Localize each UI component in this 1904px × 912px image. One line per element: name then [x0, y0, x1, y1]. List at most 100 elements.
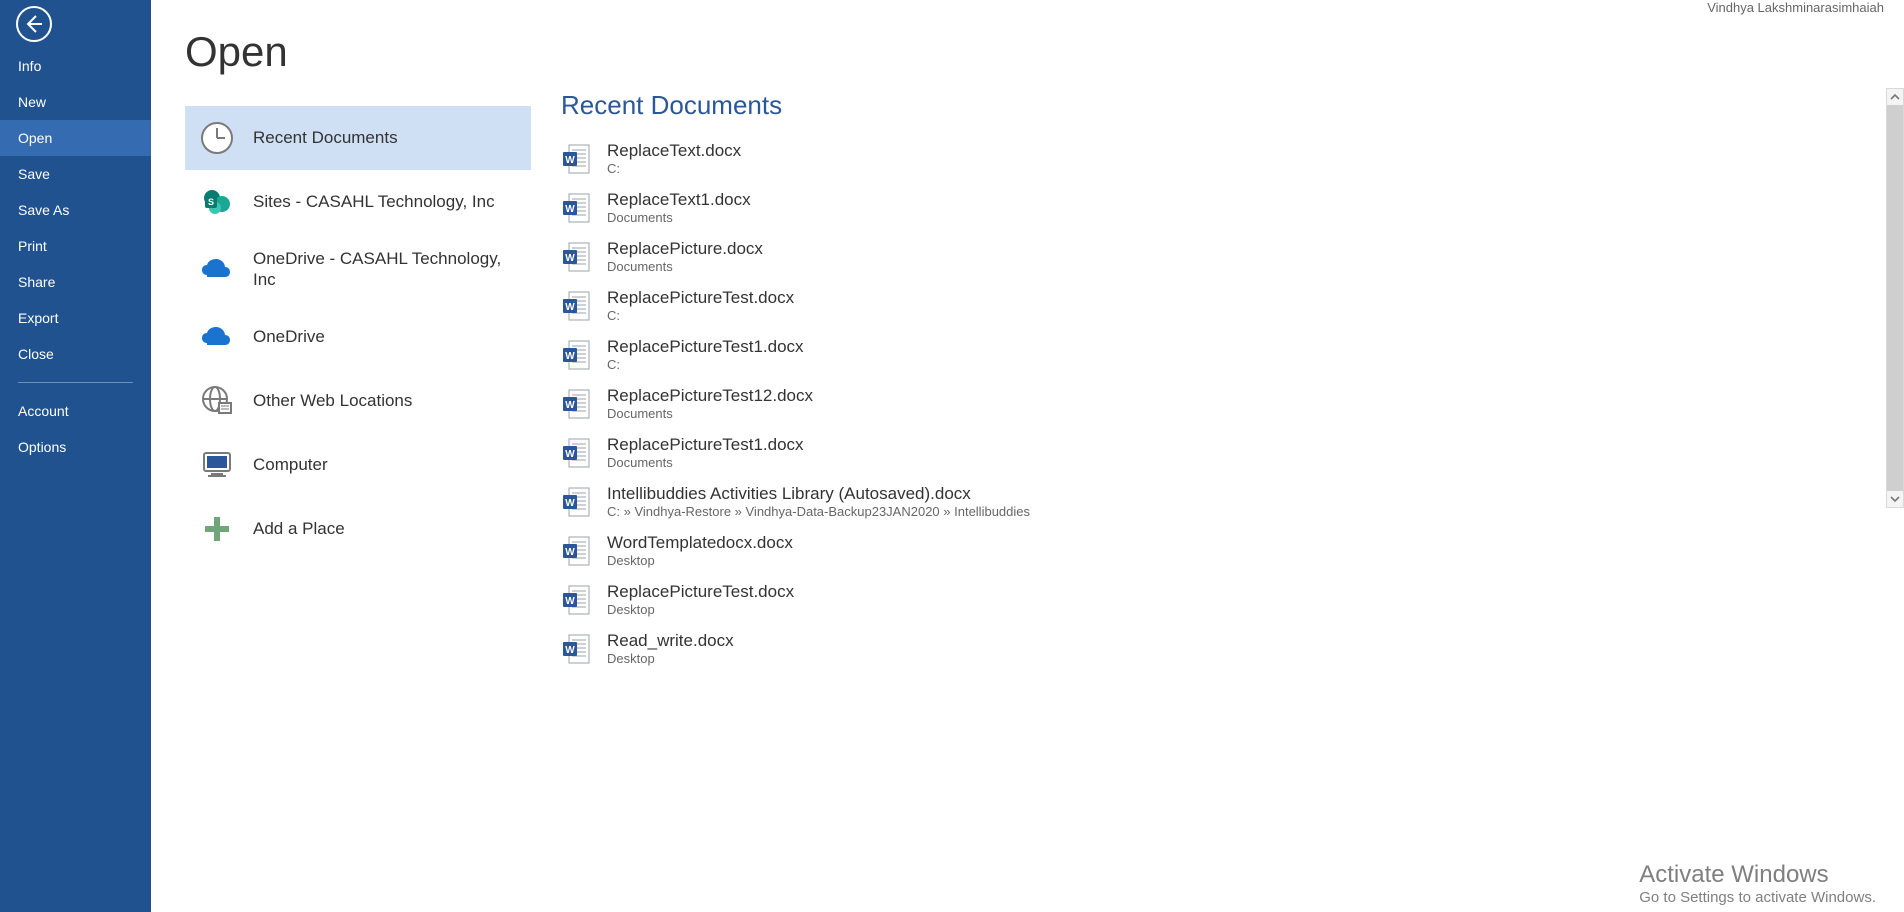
nav-label: Info [18, 58, 41, 74]
nav-save-as[interactable]: Save As [0, 192, 151, 228]
word-doc-icon: W [561, 437, 591, 469]
svg-text:W: W [565, 596, 575, 607]
nav-label: Open [18, 130, 52, 146]
file-row[interactable]: W ReplacePictureTest.docxDesktop [561, 576, 1846, 625]
file-name: Read_write.docx [607, 631, 734, 651]
file-path: Desktop [607, 602, 794, 617]
svg-text:W: W [565, 351, 575, 362]
scrollbar[interactable] [1886, 88, 1904, 508]
place-label: Other Web Locations [253, 390, 517, 411]
nav-label: Save As [18, 202, 69, 218]
place-onedrive-business[interactable]: OneDrive - CASAHL Technology, Inc [185, 234, 531, 305]
file-path: C: [607, 161, 741, 176]
file-row[interactable]: W ReplacePicture.docxDocuments [561, 233, 1846, 282]
word-doc-icon: W [561, 535, 591, 567]
nav-label: Print [18, 238, 47, 254]
place-sites[interactable]: S Sites - CASAHL Technology, Inc [185, 170, 531, 234]
nav-label: Save [18, 166, 50, 182]
scroll-thumb[interactable] [1887, 105, 1903, 491]
place-computer[interactable]: Computer [185, 433, 531, 497]
file-text: ReplacePictureTest.docxC: [607, 288, 794, 323]
place-label: Recent Documents [253, 127, 517, 148]
word-doc-icon: W [561, 633, 591, 665]
nav-close[interactable]: Close [0, 336, 151, 372]
scroll-track[interactable] [1887, 105, 1903, 491]
nav-label: Options [18, 439, 66, 455]
file-name: WordTemplatedocx.docx [607, 533, 793, 553]
file-row[interactable]: W WordTemplatedocx.docxDesktop [561, 527, 1846, 576]
back-arrow-icon [14, 4, 54, 44]
nav-info[interactable]: Info [0, 48, 151, 84]
nav-label: Close [18, 346, 54, 362]
word-doc-icon: W [561, 290, 591, 322]
word-doc-icon: W [561, 584, 591, 616]
sharepoint-icon: S [199, 184, 235, 220]
nav-account[interactable]: Account [0, 393, 151, 429]
word-doc-icon: W [561, 339, 591, 371]
file-name: ReplacePictureTest.docx [607, 582, 794, 602]
place-other-web[interactable]: Other Web Locations [185, 369, 531, 433]
file-name: ReplacePictureTest12.docx [607, 386, 813, 406]
nav-label: Account [18, 403, 69, 419]
place-label: Add a Place [253, 518, 517, 539]
file-text: ReplaceText1.docxDocuments [607, 190, 751, 225]
file-path: C: [607, 357, 804, 372]
word-doc-icon: W [561, 192, 591, 224]
svg-text:W: W [565, 302, 575, 313]
sidebar-divider [18, 382, 133, 383]
file-path: Desktop [607, 651, 734, 666]
place-add[interactable]: Add a Place [185, 497, 531, 561]
nav-open[interactable]: Open [0, 120, 151, 156]
place-recent-documents[interactable]: Recent Documents [185, 106, 531, 170]
scroll-up-arrow-icon[interactable] [1887, 89, 1903, 105]
file-path: Documents [607, 406, 813, 421]
file-row[interactable]: W ReplacePictureTest.docxC: [561, 282, 1846, 331]
svg-text:W: W [565, 204, 575, 215]
place-label: Sites - CASAHL Technology, Inc [253, 191, 517, 212]
file-row[interactable]: W ReplacePictureTest1.docxC: [561, 331, 1846, 380]
nav-export[interactable]: Export [0, 300, 151, 336]
file-text: ReplacePictureTest.docxDesktop [607, 582, 794, 617]
file-path: Desktop [607, 553, 793, 568]
word-doc-icon: W [561, 143, 591, 175]
recent-section-title: Recent Documents [561, 90, 1846, 121]
file-text: Read_write.docxDesktop [607, 631, 734, 666]
onedrive-icon [199, 251, 235, 287]
nav-new[interactable]: New [0, 84, 151, 120]
svg-text:W: W [565, 645, 575, 656]
backstage-view: Info New Open Save Save As Print Share E… [0, 0, 1904, 912]
file-name: ReplacePictureTest.docx [607, 288, 794, 308]
file-row[interactable]: W ReplaceText.docxC: [561, 135, 1846, 184]
nav-label: Share [18, 274, 55, 290]
page-title: Open [185, 28, 531, 76]
nav-share[interactable]: Share [0, 264, 151, 300]
nav-label: New [18, 94, 46, 110]
file-name: ReplaceText1.docx [607, 190, 751, 210]
file-row[interactable]: W ReplacePictureTest12.docxDocuments [561, 380, 1846, 429]
svg-text:W: W [565, 547, 575, 558]
file-name: ReplacePictureTest1.docx [607, 337, 804, 357]
file-name: Intellibuddies Activities Library (Autos… [607, 484, 1030, 504]
svg-text:W: W [565, 449, 575, 460]
nav-options[interactable]: Options [0, 429, 151, 465]
file-row[interactable]: W ReplaceText1.docxDocuments [561, 184, 1846, 233]
scroll-down-arrow-icon[interactable] [1887, 491, 1903, 507]
nav-print[interactable]: Print [0, 228, 151, 264]
file-row[interactable]: W ReplacePictureTest1.docxDocuments [561, 429, 1846, 478]
file-text: Intellibuddies Activities Library (Autos… [607, 484, 1030, 519]
place-onedrive[interactable]: OneDrive [185, 305, 531, 369]
backstage-sidebar: Info New Open Save Save As Print Share E… [0, 0, 151, 912]
back-button[interactable] [10, 0, 58, 48]
computer-icon [199, 447, 235, 483]
svg-text:W: W [565, 400, 575, 411]
svg-text:S: S [208, 197, 214, 207]
file-name: ReplaceText.docx [607, 141, 741, 161]
file-row[interactable]: W Read_write.docxDesktop [561, 625, 1846, 674]
file-name: ReplacePicture.docx [607, 239, 763, 259]
file-text: ReplacePictureTest12.docxDocuments [607, 386, 813, 421]
file-path: C: » Vindhya-Restore » Vindhya-Data-Back… [607, 504, 1030, 519]
nav-save[interactable]: Save [0, 156, 151, 192]
place-label: OneDrive - CASAHL Technology, Inc [253, 248, 517, 291]
file-row[interactable]: W Intellibuddies Activities Library (Aut… [561, 478, 1846, 527]
file-name: ReplacePictureTest1.docx [607, 435, 804, 455]
